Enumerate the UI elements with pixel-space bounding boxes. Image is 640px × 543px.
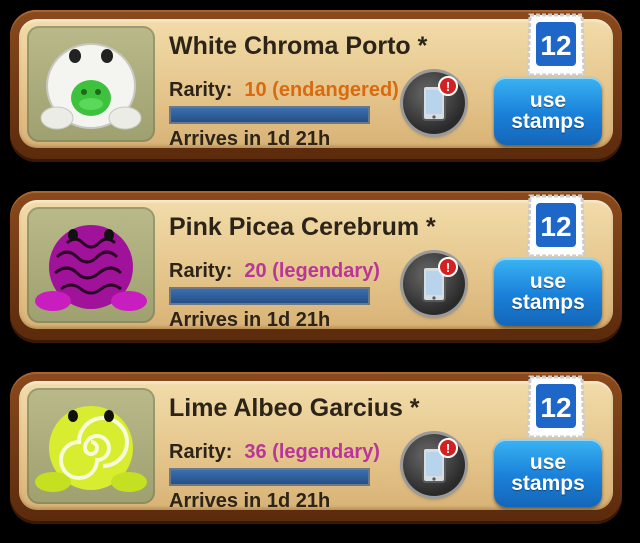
stamp-icon: 12: [526, 13, 586, 77]
rarity-row: Rarity: 10 (endangered): [169, 79, 399, 102]
frog-card-2: Pink Picea Cerebrum * Rarity: 20 (legenda…: [10, 191, 622, 343]
arrival-time: Arrives in 1d 21h: [169, 309, 331, 331]
rarity-row: Rarity: 36 (legendary): [169, 441, 380, 464]
progress-bar: [169, 468, 370, 486]
frog-thumbnail: [27, 26, 155, 142]
progress-fill: [171, 108, 368, 122]
white-green-frog-icon: [40, 43, 142, 130]
use-stamps-line1: use: [529, 451, 567, 474]
rarity-label: Rarity:: [169, 260, 233, 282]
phone-icon: !: [422, 257, 458, 302]
use-stamps-line2: stamps: [511, 110, 585, 133]
progress-bar: [169, 106, 370, 124]
species-name: Pink Picea Cerebrum *: [169, 213, 436, 241]
rarity-label: Rarity:: [169, 79, 233, 101]
use-stamps-line2: stamps: [511, 472, 585, 495]
use-stamps-button[interactable]: use stamps: [494, 258, 602, 326]
species-name: White Chroma Porto *: [169, 32, 428, 60]
frog-card-1: White Chroma Porto * Rarity: 10 (endanger…: [10, 10, 622, 162]
rarity-value: 20 (legendary): [244, 260, 380, 282]
stamp-count: 12: [540, 392, 571, 423]
card-panel: Lime Albeo Garcius * Rarity: 36 (legendar…: [19, 375, 613, 512]
use-stamps-button[interactable]: use stamps: [494, 77, 602, 145]
arrival-time: Arrives in 1d 21h: [169, 490, 331, 512]
phone-icon: !: [422, 438, 458, 483]
frog-card-3: Lime Albeo Garcius * Rarity: 36 (legendar…: [10, 372, 622, 524]
stamp-icon: 12: [526, 194, 586, 258]
notification-badge: !: [446, 441, 450, 456]
phone-button[interactable]: !: [403, 434, 465, 496]
use-stamps-line2: stamps: [511, 291, 585, 314]
stamp-count: 12: [540, 30, 571, 61]
rarity-label: Rarity:: [169, 441, 233, 463]
notification-badge: !: [446, 260, 450, 275]
phone-button[interactable]: !: [403, 253, 465, 315]
rarity-row: Rarity: 20 (legendary): [169, 260, 380, 283]
arrival-time: Arrives in 1d 21h: [169, 128, 331, 150]
species-name: Lime Albeo Garcius *: [169, 394, 420, 422]
frog-thumbnail: [27, 388, 155, 504]
card-panel: Pink Picea Cerebrum * Rarity: 20 (legenda…: [19, 194, 613, 331]
progress-fill: [171, 289, 368, 303]
stamp-icon: 12: [526, 375, 586, 439]
use-stamps-line1: use: [529, 89, 567, 112]
card-panel: White Chroma Porto * Rarity: 10 (endanger…: [19, 13, 613, 150]
notification-badge: !: [446, 79, 450, 94]
rarity-value: 36 (legendary): [244, 441, 380, 463]
phone-button[interactable]: !: [403, 72, 465, 134]
lime-swirl-frog-icon: [35, 406, 147, 492]
progress-bar: [169, 287, 370, 305]
stamp-count: 12: [540, 211, 571, 242]
phone-icon: !: [422, 76, 458, 121]
use-stamps-button[interactable]: use stamps: [494, 439, 602, 507]
rarity-value: 10 (endangered): [244, 79, 399, 101]
progress-fill: [171, 470, 368, 484]
use-stamps-line1: use: [529, 270, 567, 293]
magenta-brain-frog-icon: [35, 225, 147, 311]
frog-thumbnail: [27, 207, 155, 323]
